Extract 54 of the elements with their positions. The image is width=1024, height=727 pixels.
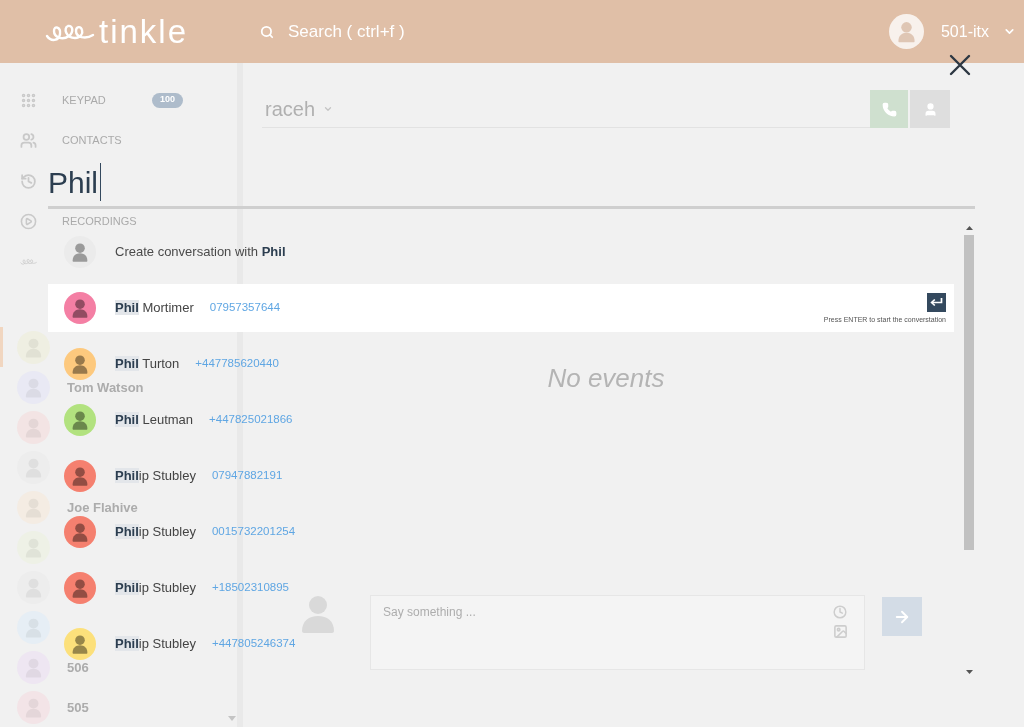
phone-number: +447805246374 xyxy=(211,636,296,652)
image-icon[interactable] xyxy=(833,624,848,639)
contact-name[interactable]: 505 xyxy=(67,700,89,714)
user-avatar-icon xyxy=(888,14,924,49)
scrollbar-thumb[interactable] xyxy=(964,235,974,550)
contact-name[interactable]: Phil Mortimer xyxy=(115,298,194,318)
contact-name[interactable]: Tom Watson xyxy=(67,380,144,394)
close-button[interactable] xyxy=(948,53,972,77)
send-button[interactable] xyxy=(882,597,922,636)
message-input[interactable]: Say something ... xyxy=(370,595,865,670)
loops-icon xyxy=(20,257,37,267)
contact-name[interactable]: Philip Stubley xyxy=(115,522,196,542)
person-icon xyxy=(64,236,96,268)
phone-number: 07957357644 xyxy=(209,300,281,316)
contact-name[interactable]: Phil Leutman xyxy=(115,410,194,430)
search-icon xyxy=(260,24,274,39)
clock-icon[interactable] xyxy=(833,605,847,619)
history-icon xyxy=(20,172,37,190)
person-icon xyxy=(922,101,938,117)
people-icon xyxy=(20,132,37,150)
contact-name[interactable]: 506 xyxy=(67,660,89,674)
contact-name[interactable]: Philip Stubley xyxy=(115,466,196,486)
contact-name[interactable]: Philip Stubley xyxy=(115,634,196,654)
keypad-icon xyxy=(20,91,37,109)
scroll-up-icon[interactable] xyxy=(965,226,973,230)
close-icon xyxy=(949,54,971,76)
logo-text: tinkle xyxy=(99,15,189,48)
enter-key-icon xyxy=(927,292,946,312)
contact-name[interactable]: Joe Flahive xyxy=(67,500,138,514)
nav-item[interactable] xyxy=(20,257,37,267)
phone-number: +447785620440 xyxy=(195,356,279,372)
nav-item[interactable]: RECORDINGS xyxy=(20,212,152,230)
call-button[interactable] xyxy=(870,90,908,128)
empty-message: No events xyxy=(547,364,665,392)
nav-item[interactable] xyxy=(20,172,37,190)
scroll-down-icon[interactable] xyxy=(965,670,973,674)
play-icon xyxy=(20,212,37,230)
contact-name[interactable]: Philip Stubley xyxy=(115,578,196,598)
contact-button[interactable] xyxy=(910,90,950,128)
nav-item[interactable]: CONTACTS xyxy=(20,132,152,150)
search-field[interactable]: Search ( ctrl+f ) xyxy=(260,11,411,52)
count-badge: 100 xyxy=(152,92,184,108)
person-icon xyxy=(300,595,336,633)
user-name[interactable]: 501-itx xyxy=(940,19,989,44)
contact-name[interactable]: Phil Turton xyxy=(115,354,180,374)
create-conversation-option[interactable]: Create conversation with Phil xyxy=(115,242,286,262)
phone-number: 07947882191 xyxy=(211,468,283,484)
nav-item[interactable]: KEYPAD xyxy=(20,91,152,109)
contact-select[interactable]: raceh xyxy=(262,90,870,128)
search-input[interactable]: Phil xyxy=(48,158,975,209)
phone-number: +447825021866 xyxy=(209,412,293,428)
phone-number: 0015732201254 xyxy=(211,524,296,540)
phone-number: +18502310895 xyxy=(211,580,289,596)
phone-icon xyxy=(881,101,897,117)
